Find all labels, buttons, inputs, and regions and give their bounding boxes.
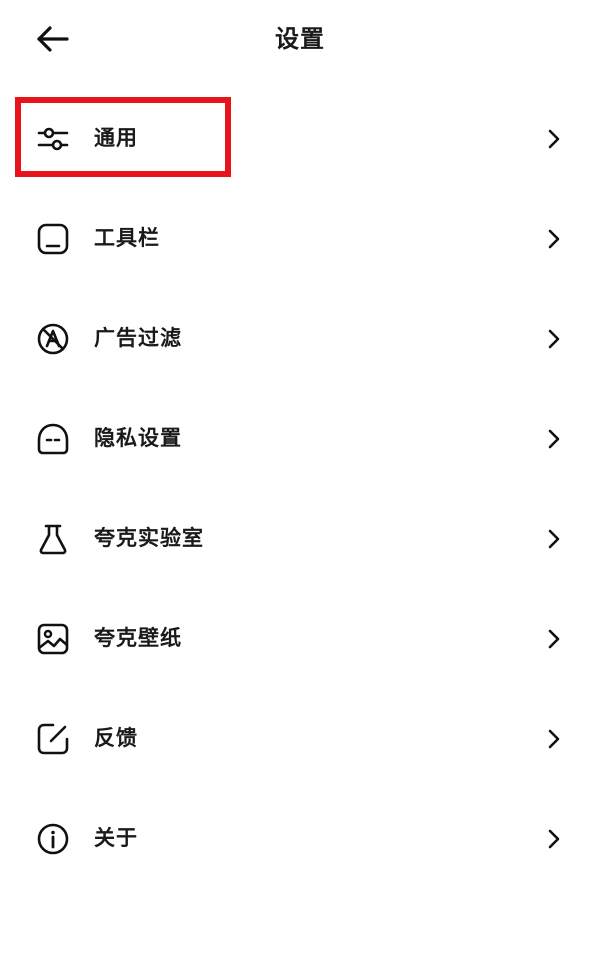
flask-icon <box>35 521 71 557</box>
toolbar-icon <box>35 221 71 257</box>
edit-icon <box>35 721 71 757</box>
chevron-right-icon <box>546 426 562 452</box>
chevron-right-icon <box>546 126 562 152</box>
chevron-right-icon <box>546 626 562 652</box>
menu-item-label: 隐私设置 <box>94 426 182 450</box>
menu-item-general[interactable]: 通用 <box>0 88 600 188</box>
chevron-right-icon <box>546 826 562 852</box>
menu-item-label: 夸克壁纸 <box>94 626 182 650</box>
menu-item-about[interactable]: 关于 <box>0 788 600 888</box>
image-icon <box>35 621 71 657</box>
header: 设置 <box>0 0 600 78</box>
menu-item-label: 广告过滤 <box>94 326 182 350</box>
menu-item-wallpaper[interactable]: 夸克壁纸 <box>0 588 600 688</box>
menu-item-feedback[interactable]: 反馈 <box>0 688 600 788</box>
chevron-right-icon <box>546 726 562 752</box>
menu-item-label: 通用 <box>94 126 138 150</box>
menu-item-label: 反馈 <box>94 726 138 750</box>
menu-item-lab[interactable]: 夸克实验室 <box>0 488 600 588</box>
page-title: 设置 <box>275 25 325 53</box>
menu-item-ad-filter[interactable]: 广告过滤 <box>0 288 600 388</box>
chevron-right-icon <box>546 226 562 252</box>
chevron-right-icon <box>546 526 562 552</box>
menu-item-label: 工具栏 <box>94 226 160 250</box>
menu-item-label: 关于 <box>94 826 138 850</box>
menu-item-privacy[interactable]: 隐私设置 <box>0 388 600 488</box>
menu-item-toolbar[interactable]: 工具栏 <box>0 188 600 288</box>
chevron-right-icon <box>546 326 562 352</box>
sliders-icon <box>35 121 71 157</box>
settings-menu: 通用 工具栏 广告过滤 隐私设置 夸克实验室 夸克壁纸 反馈 关于 <box>0 88 600 888</box>
ad-block-icon <box>35 321 71 357</box>
menu-item-label: 夸克实验室 <box>94 526 204 550</box>
info-icon <box>35 821 71 857</box>
privacy-icon <box>35 421 71 457</box>
